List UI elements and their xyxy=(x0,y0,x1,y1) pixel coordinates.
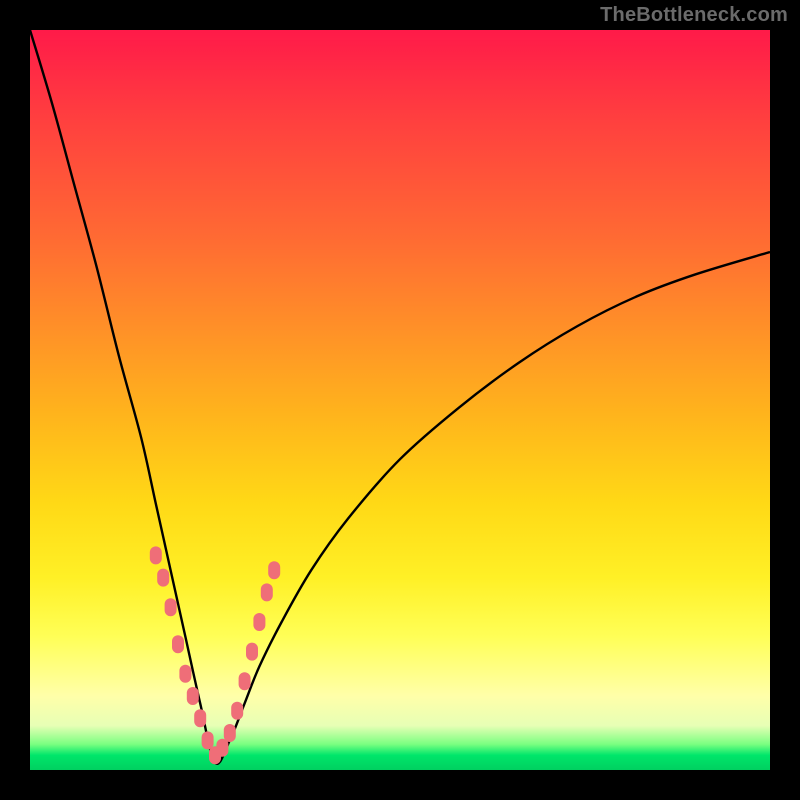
curve-markers xyxy=(150,546,280,764)
plot-area xyxy=(30,30,770,770)
curve-svg xyxy=(30,30,770,770)
marker xyxy=(157,569,169,587)
marker xyxy=(179,665,191,683)
marker xyxy=(231,702,243,720)
bottleneck-curve xyxy=(30,30,770,764)
marker xyxy=(187,687,199,705)
marker xyxy=(202,731,214,749)
marker xyxy=(246,643,258,661)
marker xyxy=(268,561,280,579)
marker xyxy=(165,598,177,616)
marker xyxy=(216,739,228,757)
marker xyxy=(224,724,236,742)
marker xyxy=(239,672,251,690)
marker xyxy=(150,546,162,564)
marker xyxy=(194,709,206,727)
marker xyxy=(172,635,184,653)
chart-frame: TheBottleneck.com xyxy=(0,0,800,800)
marker xyxy=(261,583,273,601)
marker xyxy=(253,613,265,631)
watermark-label: TheBottleneck.com xyxy=(600,4,788,27)
